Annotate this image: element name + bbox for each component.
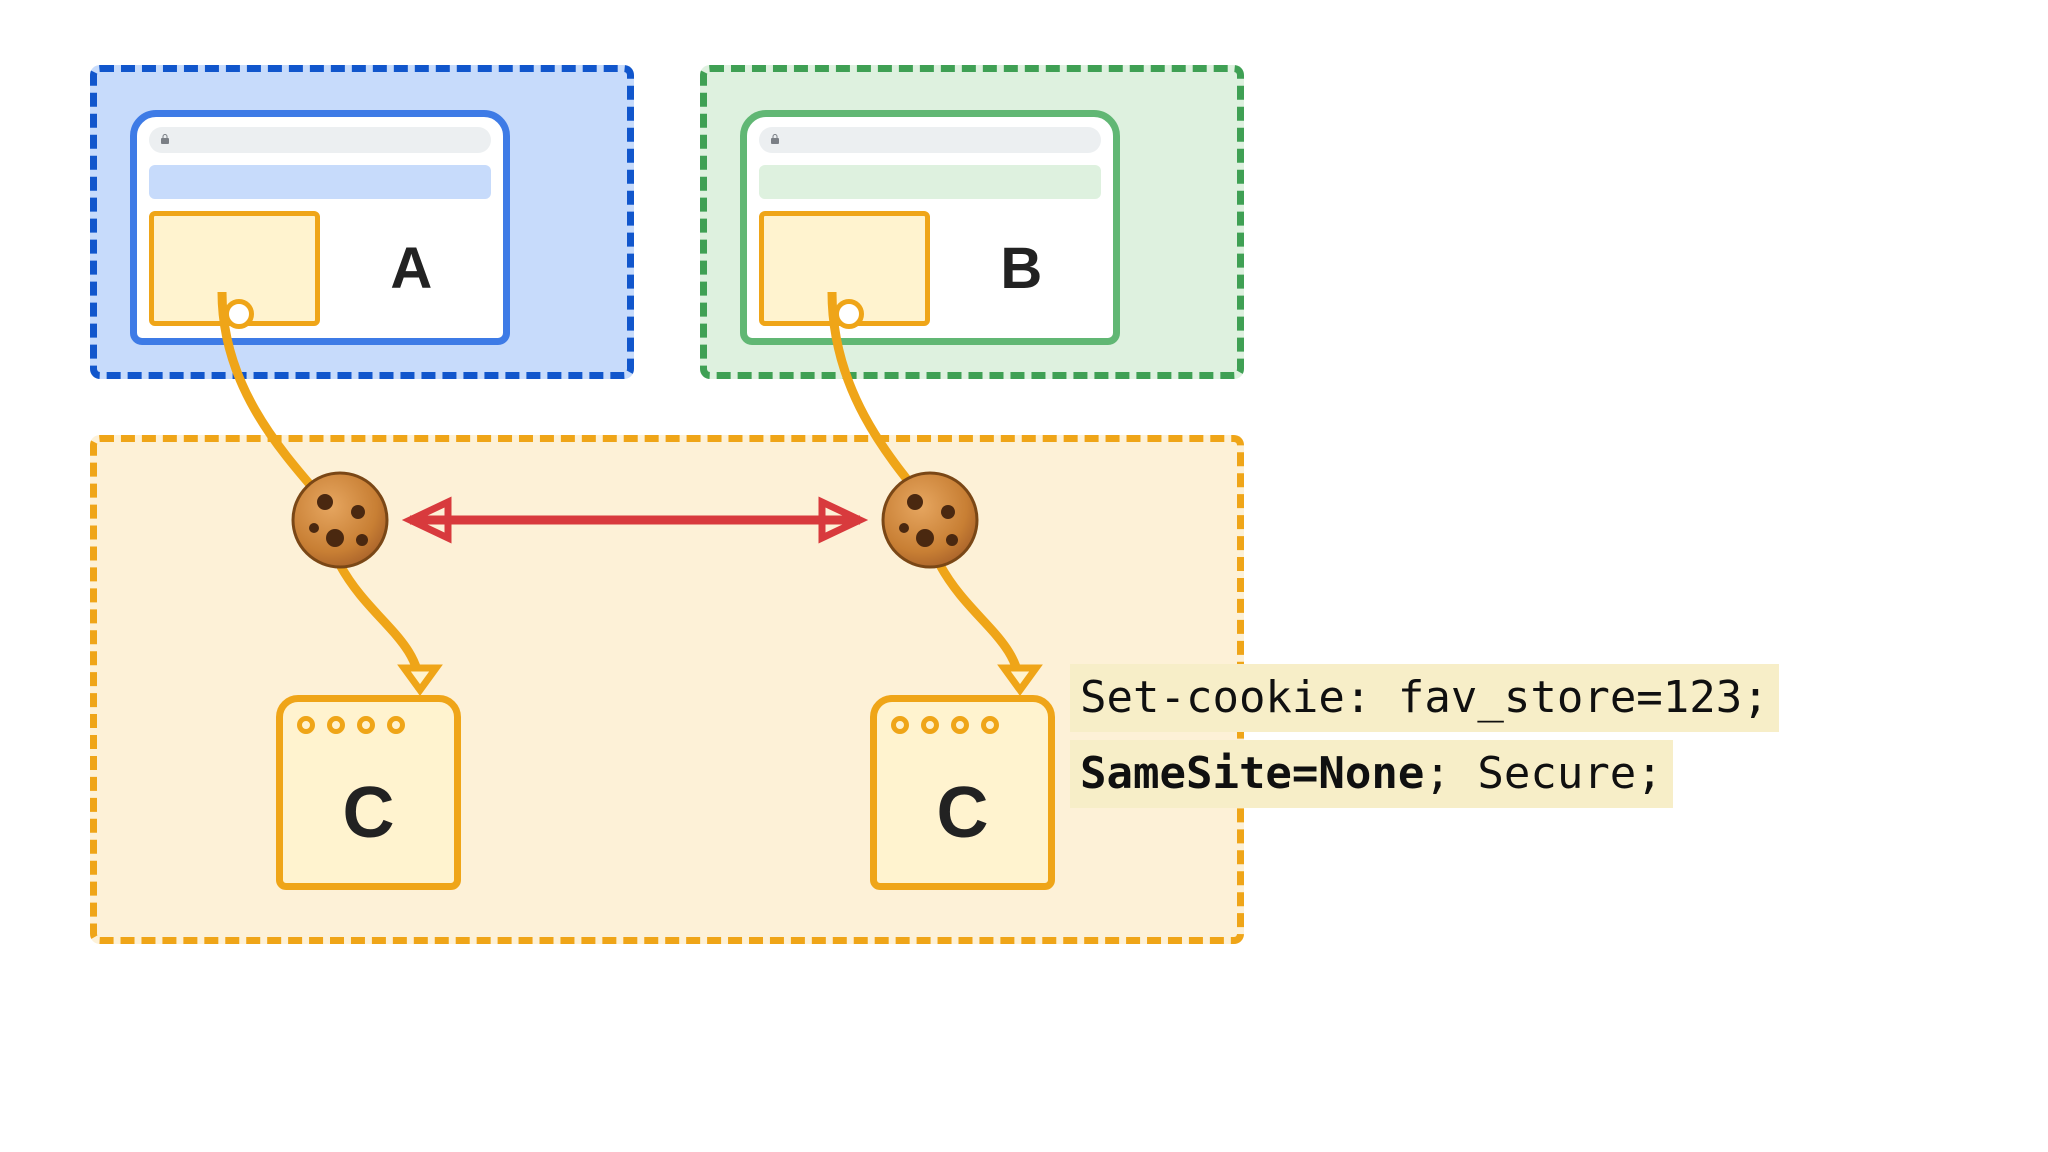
lock-icon bbox=[159, 132, 171, 146]
set-cookie-header: Set-cookie: fav_store=123; SameSite=None… bbox=[1070, 660, 1779, 812]
app-window-c-right: C bbox=[870, 695, 1055, 890]
lock-icon bbox=[769, 132, 781, 146]
connector-origin-a bbox=[224, 299, 254, 329]
app-c-label: C bbox=[877, 772, 1048, 854]
embedded-iframe-a bbox=[149, 211, 320, 326]
browser-toolbar-row bbox=[759, 165, 1101, 199]
diagram-root: A B C C Set-cookie: fav_store=123; SameS… bbox=[0, 0, 2048, 1152]
address-bar bbox=[759, 127, 1101, 153]
cookie-header-line1: Set-cookie: fav_store=123; bbox=[1070, 664, 1779, 732]
app-c-label: C bbox=[283, 772, 454, 854]
site-b-label: B bbox=[942, 211, 1101, 326]
window-dots-icon bbox=[297, 716, 405, 734]
browser-toolbar-row bbox=[149, 165, 491, 199]
connector-origin-b bbox=[834, 299, 864, 329]
cookie-header-line2: SameSite=None; Secure; bbox=[1070, 740, 1673, 808]
address-bar bbox=[149, 127, 491, 153]
window-dots-icon bbox=[891, 716, 999, 734]
browser-window-a: A bbox=[130, 110, 510, 345]
app-window-c-left: C bbox=[276, 695, 461, 890]
embedded-iframe-b bbox=[759, 211, 930, 326]
browser-window-b: B bbox=[740, 110, 1120, 345]
site-a-label: A bbox=[332, 211, 491, 326]
